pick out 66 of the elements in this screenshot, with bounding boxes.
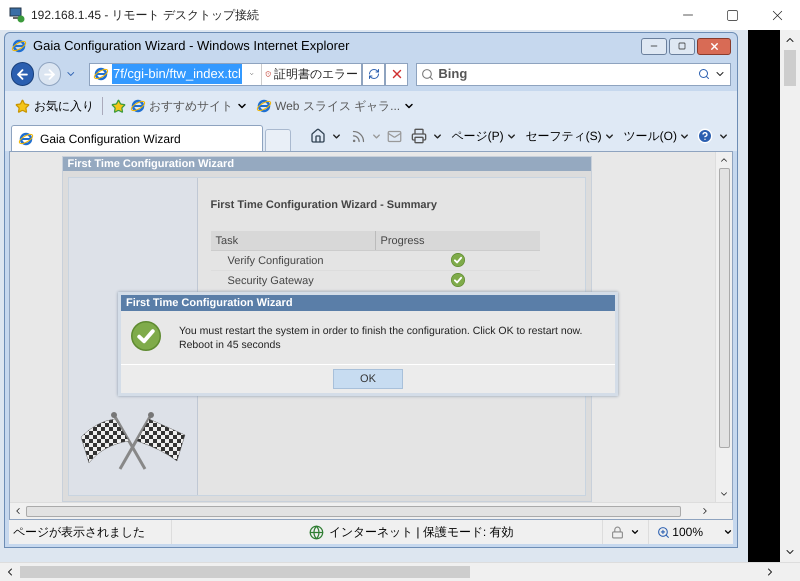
search-field[interactable]: Bing [416, 62, 731, 86]
scroll-thumb[interactable] [784, 50, 796, 86]
column-header: Task [210, 230, 376, 250]
add-favorite-icon[interactable] [111, 98, 126, 114]
back-button[interactable] [11, 62, 34, 86]
favorite-link[interactable]: おすすめサイト [149, 97, 233, 115]
close-button[interactable] [697, 38, 731, 54]
close-icon [708, 40, 720, 52]
certificate-error-text[interactable]: 証明書のエラー [274, 65, 358, 83]
vertical-scrollbar[interactable] [715, 152, 732, 502]
restore-icon [678, 42, 686, 50]
browser-logo-icon [130, 98, 146, 114]
search-icon[interactable] [698, 68, 710, 80]
countdown-text: Reboot in 45 seconds [179, 338, 282, 352]
zoom-icon[interactable] [657, 526, 670, 538]
search-input[interactable]: Bing [438, 64, 694, 84]
window-title: 192.168.1.45 - リモート デスクトップ接続 [31, 7, 260, 24]
search-icon [421, 68, 434, 80]
address-field[interactable]: 7f/cgi-bin/ftw_index.tcl 証明書のエラー [88, 62, 362, 86]
table-cell-text: Security Gateway [226, 274, 315, 288]
remote-desktop-icon [9, 7, 25, 23]
status-text: ページが表示されました [12, 524, 146, 541]
star-icon[interactable] [15, 98, 30, 114]
forward-arrow-icon [42, 66, 58, 82]
table-cell-text: Verify Configuration [226, 254, 324, 268]
scroll-thumb[interactable] [718, 168, 730, 448]
vertical-scrollbar[interactable] [780, 30, 800, 562]
refresh-button[interactable] [362, 62, 386, 86]
browser-logo-icon [92, 66, 109, 82]
horizontal-scrollbar[interactable] [0, 562, 800, 581]
lock-icon[interactable] [611, 526, 624, 538]
favorites-button[interactable]: お気に入り [34, 97, 94, 115]
command-menu[interactable]: ツール(O) [624, 127, 677, 145]
browser-title: Gaia Configuration Wizard - Windows Internet Explorer [33, 37, 350, 56]
browser-logo-icon [18, 130, 34, 146]
scroll-thumb[interactable] [20, 566, 470, 578]
ok-button[interactable]: OK [333, 369, 403, 389]
refresh-icon [368, 68, 380, 80]
browser-tab[interactable]: Gaia Configuration Wizard [11, 125, 263, 151]
home-icon[interactable] [310, 128, 326, 144]
stop-button[interactable] [385, 62, 408, 86]
dialog-title: First Time Configuration Wizard [121, 295, 615, 311]
zoom-level[interactable]: 100% [672, 523, 703, 541]
dialog-message: You must restart the system in order to finish the configuration. Click OK to restart now. [179, 324, 582, 338]
minimize-button[interactable] [641, 38, 667, 54]
restore-button[interactable] [669, 38, 695, 54]
dropdown-icon[interactable] [723, 527, 733, 537]
browser-logo-icon [256, 98, 272, 114]
scroll-thumb[interactable] [26, 506, 681, 516]
favorite-link[interactable]: Web スライス ギャラ... [275, 97, 400, 115]
horizontal-scrollbar[interactable] [10, 502, 732, 519]
command-menu[interactable]: セーフティ(S) [526, 127, 602, 145]
address-text: 7f/cgi-bin/ftw_index.tcl [112, 64, 242, 84]
success-icon [131, 321, 161, 351]
globe-icon [309, 524, 324, 540]
panel-title: First Time Configuration Wizard [62, 157, 590, 171]
security-zone: インターネット | 保護モード: 有効 [329, 524, 514, 541]
command-menu[interactable]: ページ(P) [452, 127, 504, 145]
column-header: Progress [380, 234, 426, 248]
feed-icon[interactable] [350, 128, 366, 144]
dropdown-icon[interactable] [630, 527, 640, 537]
summary-title: First Time Configuration Wizard - Summary [210, 198, 438, 213]
maximize-icon[interactable] [726, 8, 739, 22]
print-icon[interactable] [410, 128, 427, 144]
help-icon[interactable] [697, 128, 713, 144]
browser-logo-icon [11, 38, 27, 54]
